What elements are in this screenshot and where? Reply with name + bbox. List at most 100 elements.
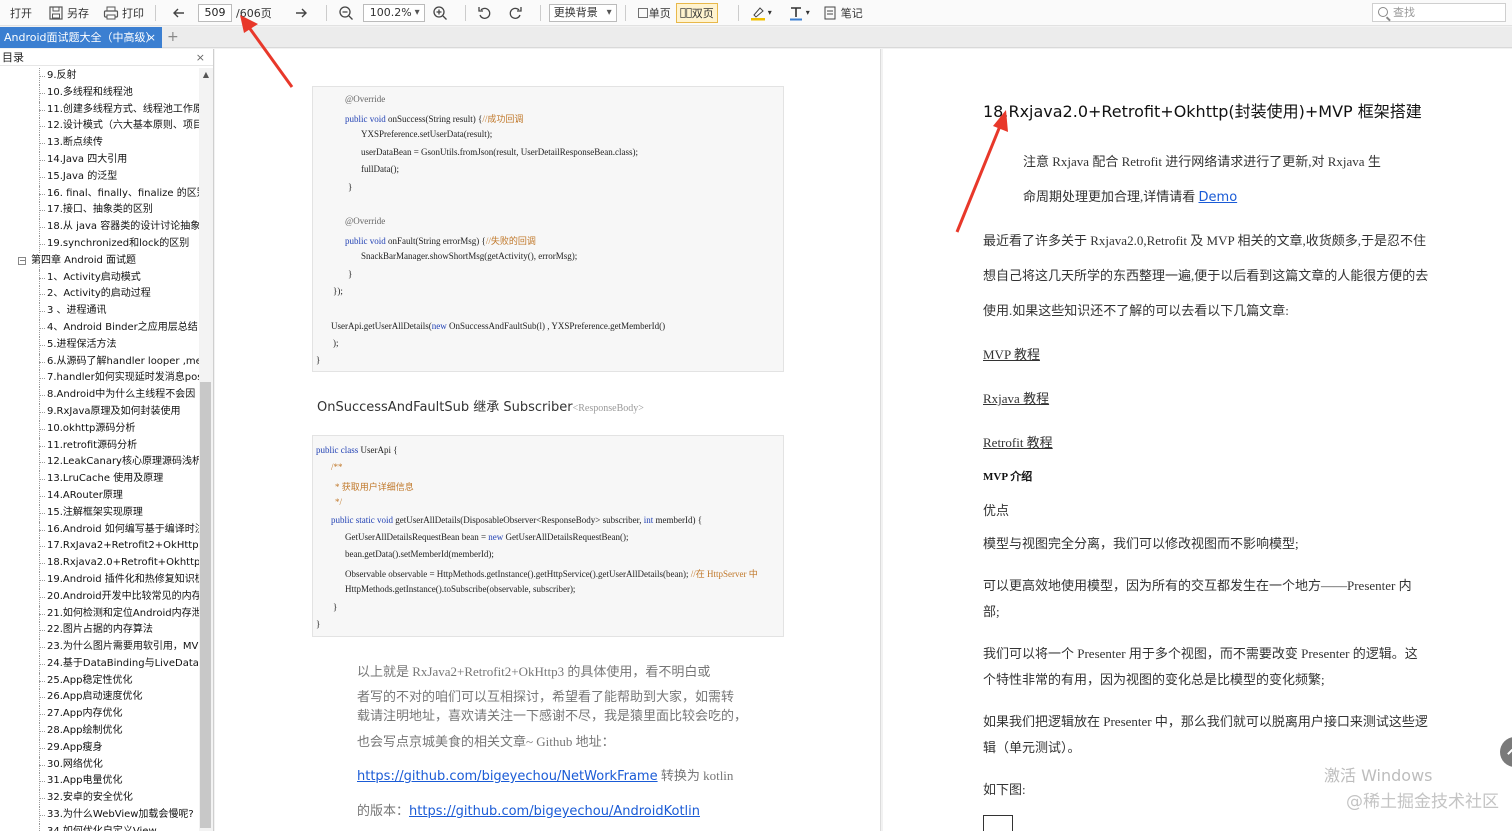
rxjava-tutorial-link[interactable]: Rxjava 教程 — [983, 388, 1049, 407]
add-tab-button[interactable]: + — [167, 27, 179, 48]
toc-item[interactable]: 19.Android 插件化和热修复知识梳 — [0, 571, 199, 589]
paragraph-line: 我们可以将一个 Presenter 用于多个视图，而不需要改变 Presente… — [983, 646, 1418, 661]
zoom-in-button[interactable] — [429, 2, 451, 24]
toc-item[interactable]: 10.多线程和线程池 — [0, 84, 199, 102]
toc-item[interactable]: 12.LeakCanary核心原理源码浅析 — [0, 454, 199, 472]
toc-chapter[interactable]: − 第四章 Android 面试题 — [0, 253, 199, 270]
open-button[interactable]: 打开 — [4, 2, 35, 24]
separator — [464, 4, 466, 21]
toc-item[interactable]: 17.RxJava2+Retrofit2+OkHttp3 — [0, 538, 199, 556]
toc-item[interactable]: 15.Java 的泛型 — [0, 168, 199, 186]
toc-item[interactable]: 32.安卓的安全优化 — [0, 790, 199, 808]
github-link-kotlin[interactable]: https://github.com/bigeyechou/AndroidKot… — [409, 804, 700, 819]
code-line: @Override — [345, 94, 386, 104]
page-left: @Override public void onSuccess(String r… — [215, 49, 881, 831]
toc-item[interactable]: 20.Android开发中比较常见的内存 — [0, 588, 199, 606]
scroll-up-icon[interactable]: ▲ — [199, 70, 213, 80]
advantages-label: 优点 — [983, 503, 1010, 518]
toc-item[interactable]: 9.RxJava原理及如何封装使用 — [0, 403, 199, 421]
toc-item[interactable]: 2、Activity的启动过程 — [0, 286, 199, 304]
toc-item[interactable]: 16.Android 如何编写基于编译时注 — [0, 521, 199, 539]
rotate-right-button[interactable] — [504, 2, 526, 24]
toc-item[interactable]: 19.synchronized和lock的区别 — [0, 235, 199, 253]
zoom-select[interactable]: 100.2% — [362, 3, 425, 22]
code-line: public void onSuccess(String result) {//… — [345, 114, 524, 124]
toc-item[interactable]: 10.okhttp源码分析 — [0, 420, 199, 438]
double-page-button[interactable]: 双页 — [675, 2, 718, 23]
save-as-button[interactable]: 另存 — [45, 2, 92, 24]
search-input[interactable]: 查找 — [1372, 3, 1506, 22]
notes-button[interactable]: 笔记 — [819, 2, 866, 24]
toc-item[interactable]: 23.为什么图片需要用软引用，MV — [0, 639, 199, 656]
tree-tick — [39, 193, 45, 195]
tab-document[interactable]: Android面试题大全（中高级） × — [0, 27, 162, 48]
toc-item-label: 28.App绘制优化 — [47, 725, 123, 737]
tree-tick — [39, 697, 45, 699]
toc-item[interactable]: 5.进程保活方法 — [0, 336, 199, 354]
toc-scrollbar[interactable]: ▲ — [199, 68, 213, 831]
toc-item[interactable]: 18.Rxjava2.0+Retrofit+Okhttp(封 — [0, 555, 199, 572]
rotate-left-button[interactable] — [474, 2, 496, 24]
toc-item[interactable]: 12.设计模式（六大基本原则、项目 — [0, 118, 199, 136]
toc-item[interactable]: 3 、进程通讯 — [0, 303, 199, 320]
page-number-input[interactable]: 509 — [198, 3, 232, 22]
scroll-thumb[interactable] — [200, 382, 211, 828]
prev-page-button[interactable] — [168, 2, 190, 24]
toc-item[interactable]: 18.从 java 容器类的设计讨论抽象 — [0, 219, 199, 236]
toc-item[interactable]: 24.基于DataBinding与LiveData的 — [0, 655, 199, 673]
toc-item[interactable]: 17.接口、抽象类的区别 — [0, 202, 199, 220]
toc-item-label: 4、Android Binder之应用层总结 — [47, 321, 198, 333]
toc-item[interactable]: 28.App绘制优化 — [0, 723, 199, 740]
toc-item[interactable]: 26.App启动速度优化 — [0, 689, 199, 707]
toc-item[interactable]: 11.创建多线程方式、线程池工作原 — [0, 101, 199, 119]
toc-item[interactable]: 8.Android中为什么主线程不会因 — [0, 387, 199, 404]
document-viewer[interactable]: @Override public void onSuccess(String r… — [215, 49, 1512, 831]
toc-item-label: 18.从 java 容器类的设计讨论抽象 — [47, 221, 199, 233]
toc-item[interactable]: 21.如何检测和定位Android内存泄 — [0, 605, 199, 623]
toc-item[interactable]: 13.断点续传 — [0, 135, 199, 152]
toc-item[interactable]: 16. final、finally、finalize 的区别 — [0, 185, 199, 203]
toc-item[interactable]: 33.为什么WebView加载会慢呢? — [0, 807, 199, 824]
collapse-icon[interactable]: − — [18, 256, 26, 265]
toc-item[interactable]: 15.注解框架实现原理 — [0, 504, 199, 522]
toc-item[interactable]: 31.App电量优化 — [0, 773, 199, 791]
toc-item[interactable]: 34.如何优化自定义View — [0, 823, 199, 831]
highlight-button[interactable]: ▾ — [747, 2, 775, 24]
print-button[interactable]: 打印 — [100, 2, 147, 24]
toc-item[interactable]: 9.反射 — [0, 68, 199, 85]
toc-item-label: 14.Java 四大引用 — [47, 153, 128, 165]
toc-item[interactable]: 7.handler如何实现延时发消息pos — [0, 370, 199, 388]
demo-link[interactable]: Demo — [1199, 190, 1238, 205]
toc-item[interactable]: 29.App瘦身 — [0, 739, 199, 757]
toc-item[interactable]: 6.从源码了解handler looper ,me — [0, 353, 199, 371]
double-page-icon — [680, 7, 692, 18]
toc-item[interactable]: 25.App稳定性优化 — [0, 672, 199, 690]
toc-item[interactable]: 1、Activity启动模式 — [0, 269, 199, 287]
toc-item[interactable]: 14.Java 四大引用 — [0, 151, 199, 169]
next-page-button[interactable] — [290, 2, 312, 24]
toc-item[interactable]: 4、Android Binder之应用层总结 — [0, 319, 199, 337]
code-line: } — [348, 269, 353, 279]
retrofit-tutorial-link[interactable]: Retrofit 教程 — [983, 432, 1053, 451]
toc-item-label: 18.Rxjava2.0+Retrofit+Okhttp(封 — [47, 557, 199, 569]
toc-item[interactable]: 11.retrofit源码分析 — [0, 437, 199, 455]
zoom-out-button[interactable] — [335, 2, 357, 24]
windows-activation-watermark: 激活 Windows — [1324, 766, 1433, 785]
close-icon[interactable]: × — [196, 49, 205, 66]
mvp-tutorial-link[interactable]: MVP 教程 — [983, 344, 1040, 363]
tree-tick — [39, 176, 45, 178]
close-icon[interactable]: × — [147, 27, 156, 48]
text-tool-button[interactable]: ▾ — [785, 2, 813, 24]
toc-item[interactable]: 27.App内存优化 — [0, 706, 199, 724]
toc-item[interactable]: 13.LruCache 使用及原理 — [0, 471, 199, 488]
toc-item[interactable]: 22.图片占据的内存算法 — [0, 622, 199, 640]
tree-tick — [39, 663, 45, 665]
change-background-dropdown[interactable]: 更换背景 — [548, 3, 617, 22]
github-link-networkframe[interactable]: https://github.com/bigeyechou/NetWorkFra… — [357, 769, 658, 784]
tree-tick — [39, 395, 45, 397]
toc-item[interactable]: 30.网络优化 — [0, 756, 199, 774]
toc-item-label: 9.反射 — [47, 70, 77, 81]
toolbar: 打开 另存 打印 509 /606页 100.2% ▾ 更换背景 ▾ 单页 双页… — [0, 0, 1512, 26]
toc-item[interactable]: 14.ARouter原理 — [0, 487, 199, 505]
single-page-button[interactable]: 单页 — [634, 3, 674, 23]
